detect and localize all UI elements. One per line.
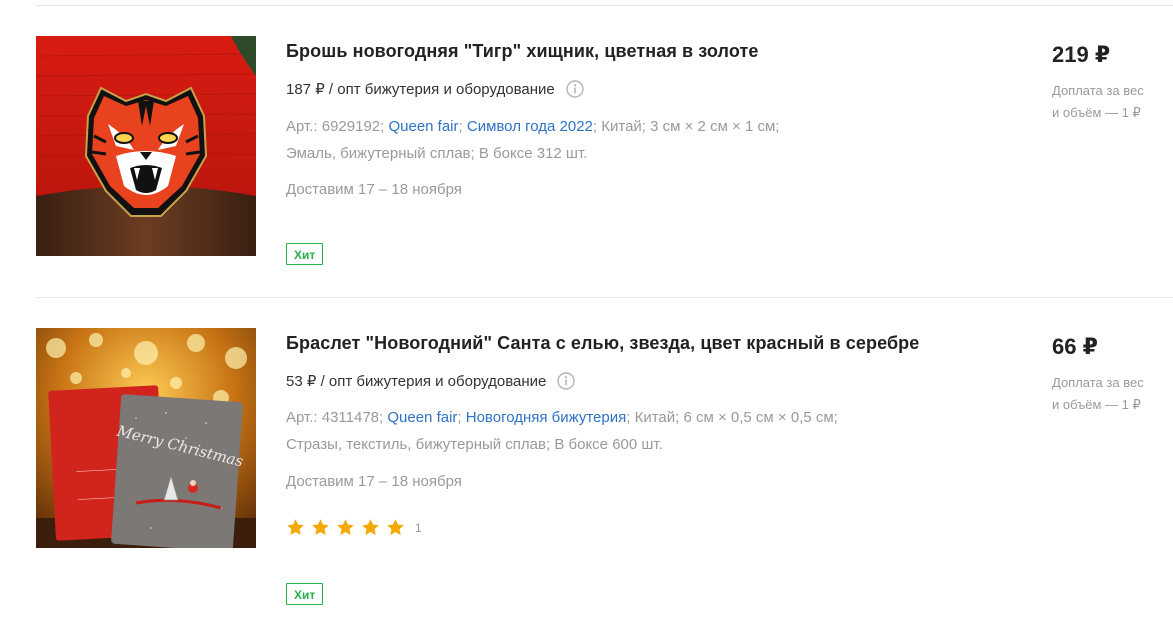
materials: Эмаль, бижутерный сплав; <box>286 145 475 162</box>
review-count[interactable]: 1 <box>415 521 422 535</box>
rating[interactable]: 1 <box>286 518 422 537</box>
hit-badge: Хит <box>286 583 324 605</box>
wholesale-price-text: 187 ₽ / опт бижутерия и оборудование <box>286 81 555 98</box>
product-specs: Арт.: 6929192; Queen fair; Символ года 2… <box>286 118 780 162</box>
brand-link[interactable]: Queen fair <box>388 118 458 135</box>
collection-link[interactable]: Новогодняя бижутерия <box>466 409 626 426</box>
brand-link[interactable]: Queen fair <box>387 409 457 426</box>
product-title[interactable]: Браслет "Новогодний" Санта с елью, звезд… <box>286 333 919 354</box>
tiger-brooch-icon <box>36 36 256 256</box>
hit-badge: Хит <box>286 243 324 265</box>
surcharge-line-2: и объём — 1 ₽ <box>1052 397 1141 412</box>
info-icon[interactable] <box>557 372 576 390</box>
star-icon <box>386 518 405 537</box>
collection-link[interactable]: Символ года 2022 <box>467 118 593 135</box>
product-price: 219 ₽ <box>1052 42 1111 67</box>
surcharge-note: Доплата за вес и объём — 1 ₽ <box>1052 80 1162 124</box>
product-price: 66 ₽ <box>1052 334 1098 359</box>
star-icon <box>286 518 305 537</box>
product-title[interactable]: Брошь новогодняя "Тигр" хищник, цветная … <box>286 41 759 62</box>
wholesale-price-text: 53 ₽ / опт бижутерия и оборудование <box>286 373 547 390</box>
article-number: Арт.: 4311478; <box>286 409 384 426</box>
surcharge-note: Доплата за вес и объём — 1 ₽ <box>1052 372 1162 416</box>
country: Китай; <box>601 118 646 135</box>
delivery-date: Доставим 17 – 18 ноября <box>286 473 462 490</box>
santa-bracelet-card-icon: Merry Christmas <box>36 328 256 548</box>
star-icon <box>361 518 380 537</box>
product-card: Merry Christmas Браслет "Новогодний" Сан… <box>0 298 1173 626</box>
box-quantity: В боксе 312 шт. <box>478 145 588 162</box>
product-specs: Арт.: 4311478; Queen fair; Новогодняя би… <box>286 409 838 453</box>
product-image[interactable] <box>36 36 256 256</box>
product-image[interactable]: Merry Christmas <box>36 328 256 548</box>
wholesale-price: 53 ₽ / опт бижутерия и оборудование <box>286 372 576 390</box>
surcharge-line-2: и объём — 1 ₽ <box>1052 105 1141 120</box>
box-quantity: В боксе 600 шт. <box>554 436 663 453</box>
star-icon <box>336 518 355 537</box>
dimensions: 6 см × 0,5 см × 0,5 см; <box>683 409 838 426</box>
info-icon[interactable] <box>566 80 584 98</box>
delivery-date: Доставим 17 – 18 ноября <box>286 181 462 198</box>
product-card: Брошь новогодняя "Тигр" хищник, цветная … <box>0 0 1173 297</box>
wholesale-price: 187 ₽ / опт бижутерия и оборудование <box>286 80 584 98</box>
dimensions: 3 см × 2 см × 1 см; <box>650 118 780 135</box>
star-icon <box>311 518 330 537</box>
surcharge-line-1: Доплата за вес <box>1052 375 1144 390</box>
materials: Стразы, текстиль, бижутерный сплав; <box>286 436 551 453</box>
article-number: Арт.: 6929192; <box>286 118 385 135</box>
surcharge-line-1: Доплата за вес <box>1052 83 1144 98</box>
country: Китай; <box>634 409 680 426</box>
